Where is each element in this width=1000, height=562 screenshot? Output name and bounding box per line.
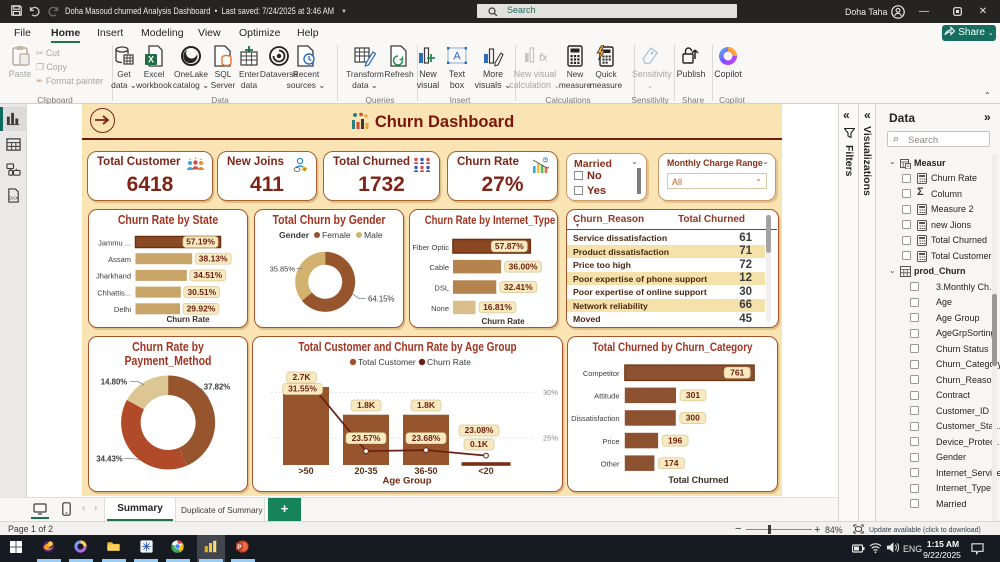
svg-text:X: X xyxy=(148,55,154,65)
svg-text:36-50: 36-50 xyxy=(414,466,437,476)
svg-text:29.92%: 29.92% xyxy=(187,304,216,314)
svg-text:31.55%: 31.55% xyxy=(288,384,317,394)
svg-text:25%: 25% xyxy=(543,434,558,443)
svg-text:Dissatisfaction: Dissatisfaction xyxy=(571,414,619,423)
svg-text:Other: Other xyxy=(601,459,620,468)
svg-text:30%: 30% xyxy=(543,388,558,397)
svg-text:Male: Male xyxy=(364,230,383,240)
svg-text:57.87%: 57.87% xyxy=(495,241,524,251)
svg-text:57.19%: 57.19% xyxy=(186,237,215,247)
svg-text:Cable: Cable xyxy=(429,263,449,272)
svg-text:DSL: DSL xyxy=(434,284,449,293)
svg-text:30.51%: 30.51% xyxy=(187,287,216,297)
svg-text:2.7K: 2.7K xyxy=(293,372,312,382)
svg-text:P: P xyxy=(237,544,241,551)
svg-text:38.13%: 38.13% xyxy=(199,253,228,263)
svg-text:301: 301 xyxy=(686,390,700,400)
svg-text:Chhattis...: Chhattis... xyxy=(97,288,131,297)
svg-text:Churn Rate: Churn Rate xyxy=(166,315,210,324)
svg-text:DAX: DAX xyxy=(9,195,19,200)
svg-text:23.57%: 23.57% xyxy=(352,433,381,443)
svg-text:37.82%: 37.82% xyxy=(204,383,231,392)
svg-text:35.85%: 35.85% xyxy=(270,265,296,274)
svg-text:Churn Rate: Churn Rate xyxy=(427,357,471,367)
svg-text:A: A xyxy=(453,51,461,63)
svg-text:Female: Female xyxy=(322,230,351,240)
svg-text:Fiber Optic: Fiber Optic xyxy=(412,243,449,252)
svg-text:Churn Rate: Churn Rate xyxy=(481,317,525,326)
svg-text:32.41%: 32.41% xyxy=(504,282,533,292)
svg-text:Assam: Assam xyxy=(108,255,131,264)
svg-text:761: 761 xyxy=(730,367,744,377)
svg-text:<20: <20 xyxy=(478,466,493,476)
svg-text:1.8K: 1.8K xyxy=(417,400,436,410)
svg-text:>50: >50 xyxy=(298,466,313,476)
svg-text:Competitor: Competitor xyxy=(583,369,620,378)
svg-text:300: 300 xyxy=(686,413,700,423)
svg-text:14.80%: 14.80% xyxy=(101,378,128,387)
svg-text:34.51%: 34.51% xyxy=(193,270,222,280)
svg-text:1.8K: 1.8K xyxy=(357,400,376,410)
svg-text:16.81%: 16.81% xyxy=(483,302,512,312)
svg-text:196: 196 xyxy=(668,435,682,445)
svg-text:None: None xyxy=(431,304,449,313)
svg-text:20-35: 20-35 xyxy=(354,466,377,476)
svg-text:Attitude: Attitude xyxy=(594,392,619,401)
svg-text:Gender: Gender xyxy=(279,230,310,240)
svg-text:23.68%: 23.68% xyxy=(412,433,441,443)
svg-text:Delhi: Delhi xyxy=(114,305,131,314)
svg-text:Total Churned: Total Churned xyxy=(668,475,728,485)
svg-text:fx: fx xyxy=(539,52,547,64)
svg-text:Price: Price xyxy=(602,437,619,446)
svg-text:Age Group: Age Group xyxy=(382,476,431,487)
svg-text:64.15%: 64.15% xyxy=(368,295,395,304)
svg-text:Jammu ...: Jammu ... xyxy=(98,238,131,247)
svg-text:174: 174 xyxy=(664,458,678,468)
svg-text:36.00%: 36.00% xyxy=(509,261,538,271)
svg-text:Jharkhand: Jharkhand xyxy=(96,272,131,281)
svg-text:34.43%: 34.43% xyxy=(96,455,123,464)
svg-text:0.1K: 0.1K xyxy=(470,439,489,449)
svg-text:Total Customer: Total Customer xyxy=(358,357,416,367)
svg-text:23.08%: 23.08% xyxy=(465,425,494,435)
